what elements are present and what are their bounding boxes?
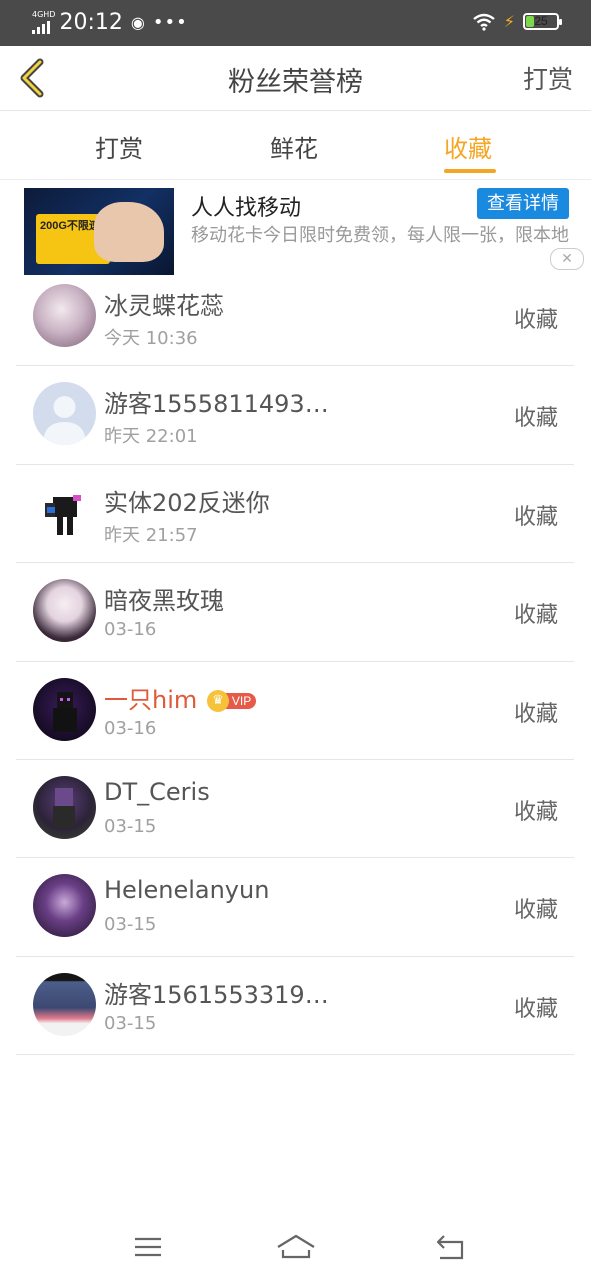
tab-bar: 打赏 鲜花 收藏 <box>0 111 591 180</box>
list-item[interactable]: 一只him VIP ♛ 03-16 收藏 <box>16 662 574 760</box>
fan-name: 冰灵蝶花蕊 <box>104 292 224 320</box>
tab-flowers[interactable]: 鲜花 <box>270 129 318 164</box>
fan-name-text: 一只him <box>104 685 198 714</box>
ad-description: 移动花卡今日限时免费领，每人限一张，限本地 <box>191 225 569 246</box>
nav-bar: 粉丝荣誉榜 打赏 <box>0 46 591 111</box>
more-notifications: ••• <box>152 12 188 33</box>
crown-icon: ♛ <box>206 689 229 712</box>
list-item[interactable]: 游客1561553319… 03-15 收藏 <box>16 957 574 1056</box>
action-label: 收藏 <box>513 898 558 924</box>
list-item[interactable]: 暗夜黑玫瑰 03-16 收藏 <box>16 563 574 662</box>
home-icon[interactable] <box>276 1231 316 1263</box>
status-bar: 4GHD 20:12 ◉ ••• ⚡ 25 <box>0 0 591 46</box>
avatar-figure <box>45 494 81 535</box>
fan-time: 03-15 <box>104 1012 157 1034</box>
action-label: 收藏 <box>513 406 558 432</box>
avatar[interactable] <box>33 382 96 446</box>
ad-close-icon[interactable]: ✕ <box>550 248 584 270</box>
hand-image <box>94 202 164 262</box>
avatar[interactable] <box>33 579 96 643</box>
reward-button[interactable]: 打赏 <box>523 60 573 96</box>
page-title: 粉丝荣誉榜 <box>228 67 363 98</box>
avatar-figure <box>53 787 75 828</box>
action-label: 收藏 <box>513 504 558 530</box>
list-item[interactable]: DT_Ceris 03-15 收藏 <box>16 760 574 859</box>
notification-icon: ◉ <box>130 13 145 32</box>
status-time: 20:12 <box>59 10 123 35</box>
default-user-icon <box>43 396 86 446</box>
avatar-figure <box>53 691 77 732</box>
fan-time: 03-15 <box>104 815 157 837</box>
menu-icon[interactable] <box>128 1231 168 1263</box>
fan-time: 03-16 <box>104 619 157 641</box>
avatar[interactable] <box>33 972 96 1036</box>
ad-card-text: 200G不限速 <box>40 220 100 232</box>
action-label: 收藏 <box>513 603 558 629</box>
wifi-icon <box>473 13 495 31</box>
fan-name: 游客1555811493… <box>104 390 329 419</box>
fan-name: DT_Ceris <box>104 777 210 806</box>
ad-image[interactable]: 200G不限速 <box>24 188 174 275</box>
vip-badge: VIP ♛ <box>206 689 259 712</box>
tab-reward[interactable]: 打赏 <box>95 129 143 164</box>
fan-time: 03-15 <box>104 914 157 936</box>
fan-time: 昨天 21:57 <box>104 524 198 546</box>
network-type: 4GHD <box>32 10 56 19</box>
action-label: 收藏 <box>513 799 558 825</box>
list-item[interactable]: 冰灵蝶花蕊 今天 10:36 收藏 <box>16 268 574 367</box>
charging-icon: ⚡ <box>503 12 515 31</box>
fan-time: 昨天 22:01 <box>104 426 198 448</box>
signal-icon <box>32 21 55 34</box>
action-label: 收藏 <box>513 308 558 333</box>
tab-favorites[interactable]: 收藏 <box>444 129 492 164</box>
fan-time: 今天 10:36 <box>104 328 198 349</box>
fan-name: 一只him VIP ♛ <box>104 680 259 715</box>
fan-name: 游客1561553319… <box>104 980 329 1009</box>
ad-details-button[interactable]: 查看详情 <box>477 188 569 219</box>
avatar[interactable] <box>33 775 96 839</box>
fan-name: Helenelanyun <box>104 876 270 905</box>
list-item[interactable]: 实体202反迷你 昨天 21:57 收藏 <box>16 465 574 564</box>
ad-banner[interactable]: 200G不限速 人人找移动 查看详情 移动花卡今日限时免费领，每人限一张，限本地… <box>0 180 591 280</box>
action-label: 收藏 <box>513 701 558 727</box>
list-item[interactable]: 游客1555811493… 昨天 22:01 收藏 <box>16 366 574 465</box>
fan-list: 冰灵蝶花蕊 今天 10:36 收藏 游客1555811493… 昨天 22:01… <box>16 268 574 1056</box>
tab-indicator <box>444 169 496 173</box>
avatar[interactable] <box>33 284 96 347</box>
ad-title: 人人找移动 <box>191 196 302 221</box>
battery-icon: 25 <box>523 13 562 30</box>
back-icon[interactable] <box>430 1231 470 1263</box>
list-item[interactable]: Helenelanyun 03-15 收藏 <box>16 858 574 957</box>
system-nav-bar <box>0 1215 591 1280</box>
avatar[interactable] <box>33 480 96 544</box>
fan-time: 03-16 <box>104 717 157 739</box>
avatar[interactable] <box>33 874 96 938</box>
fan-name: 暗夜黑玫瑰 <box>104 587 224 616</box>
battery-level: 25 <box>534 14 548 28</box>
avatar[interactable] <box>33 677 96 741</box>
fan-name: 实体202反迷你 <box>104 488 270 517</box>
action-label: 收藏 <box>513 996 558 1022</box>
network-indicator: 4GHD <box>32 11 55 34</box>
